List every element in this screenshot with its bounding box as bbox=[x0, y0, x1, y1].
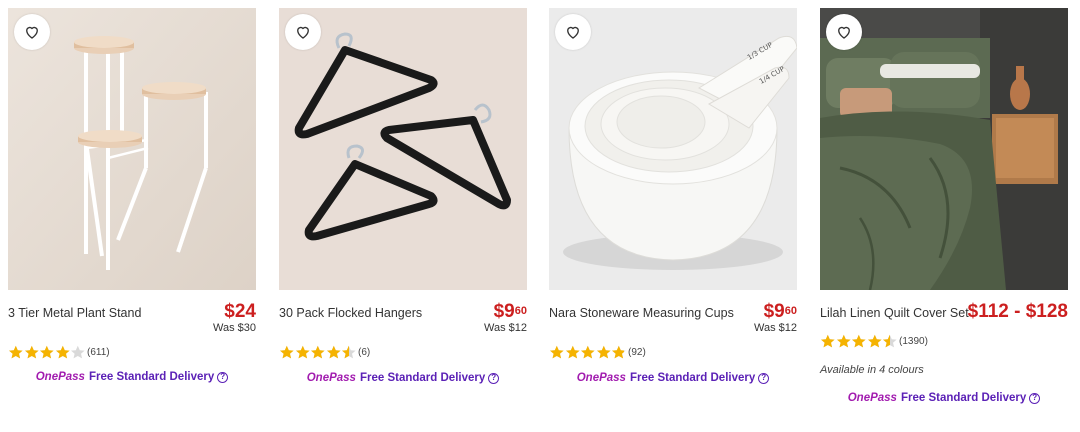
product-title[interactable]: Nara Stoneware Measuring Cups bbox=[549, 306, 734, 320]
plant-stand-image bbox=[8, 8, 256, 290]
review-count: (92) bbox=[628, 346, 646, 358]
price-dollars: $9 bbox=[763, 301, 785, 322]
was-price: Was $30 bbox=[212, 322, 256, 334]
star-icon bbox=[8, 345, 23, 359]
product-price: $24 bbox=[224, 302, 256, 322]
onepass-logo: OnePass bbox=[847, 392, 897, 404]
quilt-cover-image bbox=[820, 8, 1068, 290]
product-image[interactable] bbox=[820, 8, 1068, 290]
product-price: $960 bbox=[764, 302, 797, 322]
product-title[interactable]: 3 Tier Metal Plant Stand bbox=[8, 306, 141, 320]
star-rating bbox=[820, 334, 898, 348]
star-icon bbox=[549, 345, 564, 359]
star-icon bbox=[311, 345, 325, 359]
review-count: (611) bbox=[87, 346, 110, 358]
review-count: (1390) bbox=[899, 335, 928, 347]
star-icon bbox=[24, 345, 39, 359]
star-icon bbox=[342, 345, 350, 359]
heart-outline-icon bbox=[838, 26, 850, 39]
star-icon bbox=[836, 334, 851, 348]
was-price: Was $12 bbox=[753, 322, 797, 334]
star-rating bbox=[8, 345, 86, 359]
heart-outline-icon bbox=[26, 26, 38, 39]
star-icon bbox=[883, 334, 891, 348]
rating[interactable]: (6) bbox=[279, 344, 370, 360]
delivery-text: Free Standard Delivery bbox=[900, 392, 1027, 404]
onepass-logo: OnePass bbox=[576, 372, 626, 384]
onepass-logo: OnePass bbox=[35, 371, 85, 383]
hangers-image bbox=[279, 8, 527, 290]
star-icon bbox=[295, 345, 310, 359]
info-circle-icon[interactable]: ? bbox=[217, 371, 229, 383]
product-image[interactable] bbox=[8, 8, 256, 290]
rating[interactable]: (611) bbox=[8, 344, 110, 360]
star-icon bbox=[852, 334, 866, 348]
product-title[interactable]: Lilah Linen Quilt Cover Set bbox=[820, 306, 969, 320]
onepass-delivery: OnePass Free Standard Delivery ? bbox=[279, 372, 527, 384]
info-circle-icon[interactable]: ? bbox=[488, 372, 500, 384]
rating[interactable]: (1390) bbox=[820, 333, 928, 349]
star-icon bbox=[596, 345, 611, 359]
product-title[interactable]: 30 Pack Flocked Hangers bbox=[279, 306, 422, 320]
price-cents: 60 bbox=[784, 305, 797, 317]
product-price: $112 - $128 bbox=[968, 302, 1068, 322]
onepass-delivery: OnePass Free Standard Delivery ? bbox=[820, 392, 1068, 404]
wishlist-button[interactable] bbox=[826, 14, 862, 50]
wishlist-button[interactable] bbox=[285, 14, 321, 50]
star-icon bbox=[55, 345, 70, 359]
star-icon bbox=[867, 334, 882, 348]
product-price: $960 bbox=[494, 302, 527, 322]
price-cents: 60 bbox=[514, 305, 527, 317]
star-icon bbox=[326, 345, 341, 359]
review-count: (6) bbox=[358, 346, 371, 358]
star-rating bbox=[549, 345, 627, 359]
price-dollars: $112 - $128 bbox=[967, 301, 1068, 322]
onepass-delivery: OnePass Free Standard Delivery ? bbox=[8, 371, 256, 383]
onepass-logo: OnePass bbox=[306, 372, 356, 384]
heart-outline-icon bbox=[567, 26, 579, 39]
info-circle-icon[interactable]: ? bbox=[758, 372, 770, 384]
heart-outline-icon bbox=[297, 26, 309, 39]
wishlist-button[interactable] bbox=[555, 14, 591, 50]
star-icon bbox=[581, 345, 595, 359]
info-circle-icon[interactable]: ? bbox=[1029, 392, 1041, 404]
star-icon bbox=[279, 345, 294, 359]
star-rating bbox=[279, 345, 357, 359]
rating[interactable]: (92) bbox=[549, 344, 646, 360]
star-icon bbox=[612, 345, 624, 359]
star-icon bbox=[820, 334, 835, 348]
delivery-text: Free Standard Delivery bbox=[629, 372, 756, 384]
delivery-text: Free Standard Delivery bbox=[88, 371, 215, 383]
star-icon bbox=[71, 345, 85, 359]
measuring-cups-image: 1/3 CUP 1/4 CUP bbox=[549, 8, 797, 290]
product-image[interactable]: 1/3 CUP 1/4 CUP bbox=[549, 8, 797, 290]
star-icon bbox=[40, 345, 54, 359]
available-colours: Available in 4 colours bbox=[820, 364, 924, 376]
price-dollars: $24 bbox=[224, 301, 256, 322]
was-price: Was $12 bbox=[483, 322, 527, 334]
delivery-text: Free Standard Delivery bbox=[359, 372, 486, 384]
wishlist-button[interactable] bbox=[14, 14, 50, 50]
product-image[interactable] bbox=[279, 8, 527, 290]
star-icon bbox=[565, 345, 580, 359]
onepass-delivery: OnePass Free Standard Delivery ? bbox=[549, 372, 797, 384]
price-dollars: $9 bbox=[493, 301, 515, 322]
